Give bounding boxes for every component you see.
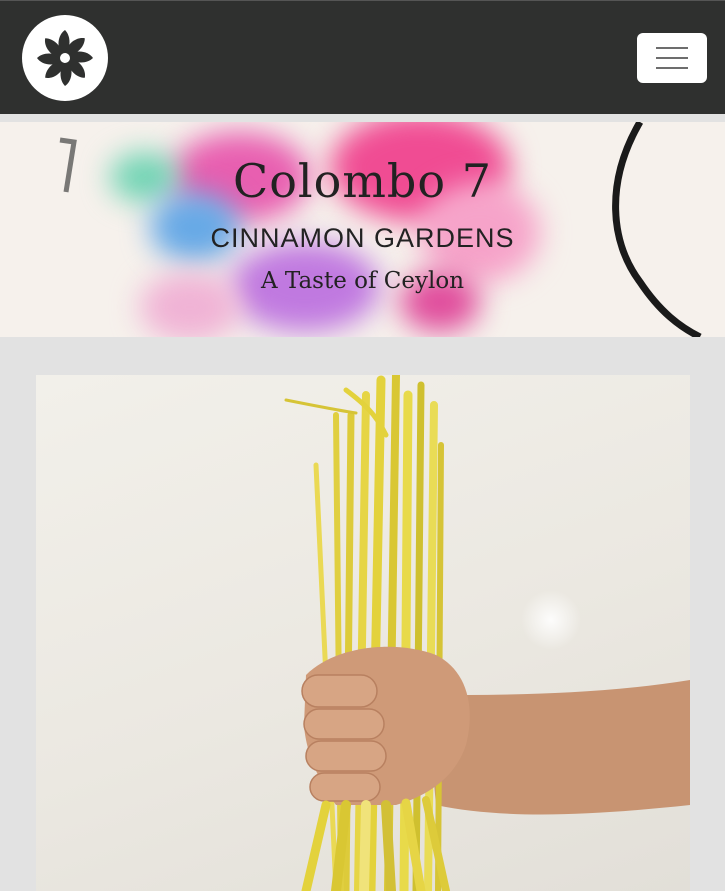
top-navbar bbox=[0, 0, 725, 114]
hamburger-menu-icon-line bbox=[656, 67, 688, 69]
hamburger-menu-icon-line bbox=[656, 57, 688, 59]
hero-subtitle: CINNAMON GARDENS bbox=[210, 223, 515, 253]
hero-tagline: A Taste of Ceylon bbox=[260, 268, 465, 294]
site-logo[interactable] bbox=[22, 15, 108, 101]
hero-title: Colombo 7 bbox=[233, 154, 492, 208]
hero-text: Colombo 7 CINNAMON GARDENS A Taste of Ce… bbox=[0, 122, 725, 337]
hero-banner: Colombo 7 CINNAMON GARDENS A Taste of Ce… bbox=[0, 122, 725, 337]
lemongrass-hand-illustration bbox=[284, 375, 690, 891]
flower-logo-icon bbox=[37, 30, 93, 86]
lemongrass-photo bbox=[36, 375, 690, 891]
hamburger-menu-icon bbox=[656, 47, 688, 49]
menu-toggle-button[interactable] bbox=[637, 33, 707, 83]
